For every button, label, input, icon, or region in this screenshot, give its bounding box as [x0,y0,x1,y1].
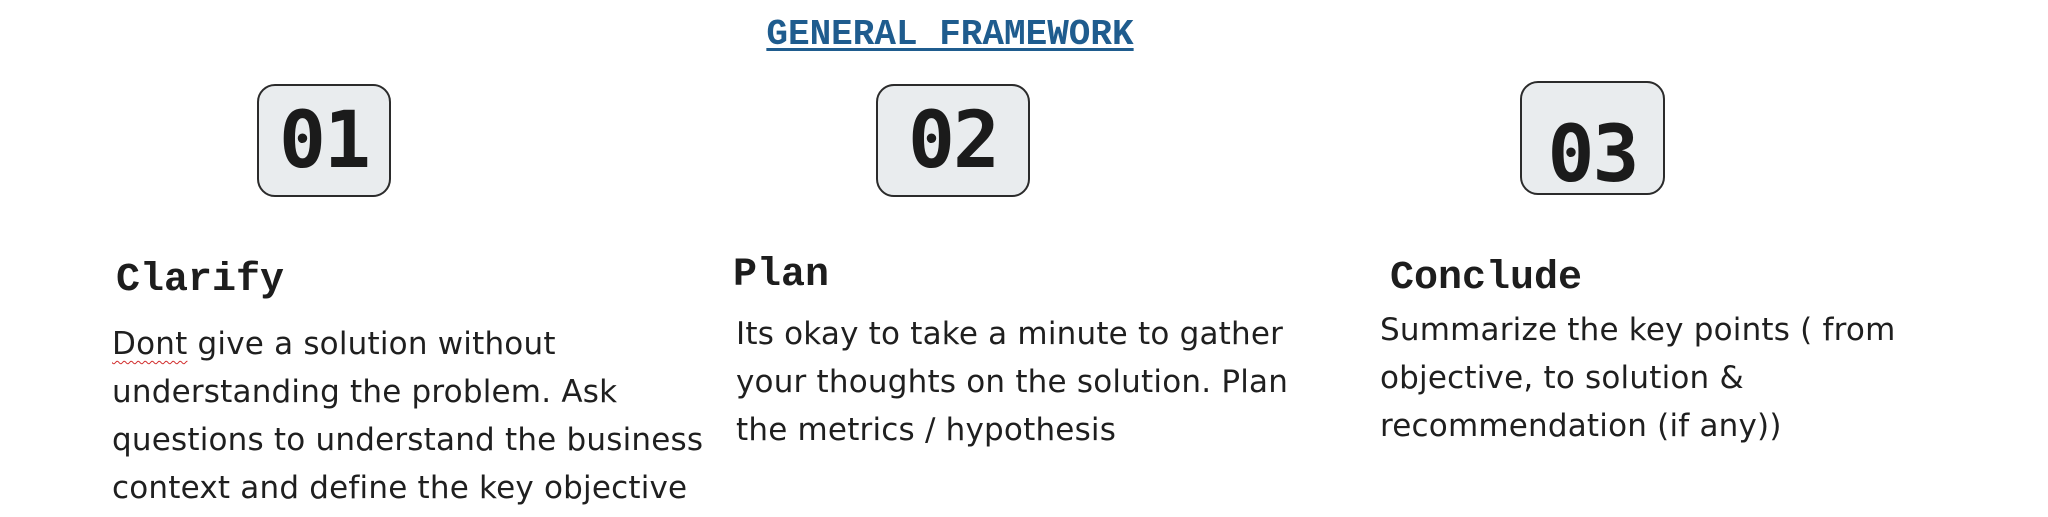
step-heading-conclude: Conclude [1390,256,1583,301]
step-heading-clarify: Clarify [116,258,285,303]
step-number-3: 03 [1547,110,1640,200]
step-number-2: 02 [908,95,1000,186]
misspelled-word[interactable]: Dont [112,326,187,362]
step-description-clarify-rest: give a solution without understanding th… [112,326,704,506]
page-title: GENERAL FRAMEWORK [766,14,1134,55]
step-number-badge-3: 03 [1520,81,1665,195]
step-description-conclude: Summarize the key points ( from objectiv… [1380,312,1896,444]
step-number-badge-1: 01 [257,84,391,197]
step-heading-plan: Plan [733,253,830,298]
step-number-1: 01 [279,95,371,186]
step-description-plan: Its okay to take a minute to gather your… [736,316,1289,448]
step-description-clarify: Dont give a solution without understandi… [112,320,712,512]
step-number-badge-2: 02 [876,84,1030,197]
